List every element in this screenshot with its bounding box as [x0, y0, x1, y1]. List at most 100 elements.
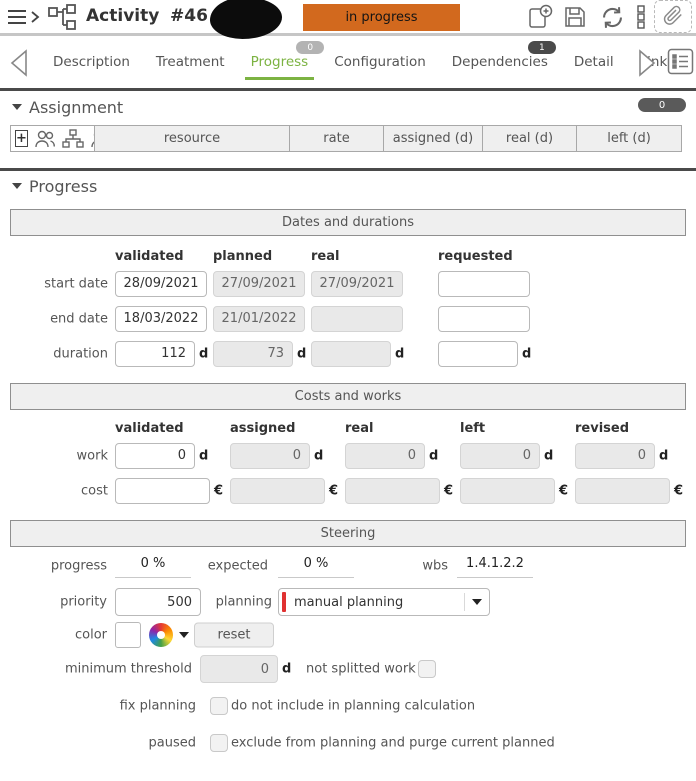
- start-date-requested-field[interactable]: [438, 271, 530, 297]
- planning-label: planning: [206, 595, 272, 610]
- work-row: work 0 d 0 d 0 d 0 d 0 d: [10, 438, 686, 473]
- tab-configuration[interactable]: Configuration: [334, 54, 426, 70]
- color-caret-icon[interactable]: [179, 632, 189, 638]
- paused-checkbox[interactable]: [210, 734, 228, 752]
- end-date-row: end date 18/03/2022 21/01/2022: [10, 301, 686, 336]
- color-swatch[interactable]: [115, 622, 141, 648]
- duration-validated-unit: d: [199, 346, 208, 361]
- col-requested: requested: [438, 249, 513, 264]
- toolbar: Activity #46 in progress: [0, 0, 696, 33]
- assignment-section: Assignment 0 +: [0, 91, 696, 152]
- col-real: real: [311, 249, 339, 264]
- checklist-icon[interactable]: [667, 48, 694, 79]
- column-header-left: left (d): [576, 125, 682, 152]
- col-revised: revised: [575, 421, 629, 436]
- cost-row: cost € € € € €: [10, 473, 686, 508]
- duration-validated-field[interactable]: 112: [115, 341, 195, 367]
- tab-progress-label: Progress: [251, 54, 309, 70]
- fix-planning-label: fix planning: [10, 698, 196, 713]
- progress-values-row: progress 0 % expected 0 % wbs 1.4.1.2.2: [10, 547, 686, 585]
- progress-value: 0 %: [115, 554, 191, 578]
- start-date-validated-field[interactable]: 28/09/2021: [115, 271, 207, 297]
- menu-icon[interactable]: [6, 7, 42, 31]
- cost-validated-field[interactable]: [115, 478, 210, 504]
- assignment-count-badge: 0: [638, 98, 686, 112]
- duration-label: duration: [10, 346, 108, 361]
- color-wheel-icon[interactable]: [149, 623, 173, 647]
- org-chart-icon[interactable]: [62, 129, 84, 149]
- tab-dependencies-badge: 1: [528, 41, 556, 54]
- color-label: color: [10, 628, 107, 643]
- paused-text: exclude from planning and purge current …: [231, 735, 555, 750]
- end-date-real-field: [311, 306, 403, 332]
- more-menu-icon[interactable]: [636, 5, 646, 33]
- fix-planning-row: fix planning do not include in planning …: [10, 687, 686, 724]
- duration-requested-unit: d: [522, 346, 531, 361]
- column-header-resource: resource: [94, 125, 290, 152]
- planning-dropdown[interactable]: manual planning: [278, 588, 490, 616]
- fix-planning-text: do not include in planning calculation: [231, 698, 475, 713]
- work-unit: d: [544, 448, 553, 463]
- assignment-title: Assignment: [29, 98, 123, 117]
- dates-durations-header: Dates and durations: [10, 209, 686, 236]
- status-button[interactable]: in progress: [303, 4, 460, 31]
- duration-row: duration 112 d 73 d d d: [10, 336, 686, 371]
- priority-field[interactable]: 500: [115, 588, 201, 616]
- start-date-label: start date: [10, 276, 108, 291]
- end-date-requested-field[interactable]: [438, 306, 530, 332]
- cost-unit: €: [674, 483, 683, 498]
- cost-left-field: [460, 478, 555, 504]
- work-left-field: 0: [460, 443, 540, 469]
- save-icon[interactable]: [563, 5, 587, 33]
- work-unit: d: [314, 448, 323, 463]
- page-title: Activity: [86, 6, 159, 26]
- collapse-triangle-icon: [12, 183, 22, 189]
- col-planned: planned: [213, 249, 272, 264]
- duration-requested-field[interactable]: [438, 341, 518, 367]
- planning-selected-value: manual planning: [286, 595, 464, 610]
- steering-header: Steering: [10, 520, 686, 547]
- expected-value: 0 %: [278, 554, 354, 578]
- chevron-down-icon[interactable]: [465, 599, 489, 605]
- tab-bar: Description Treatment Progress 0 Configu…: [0, 36, 696, 88]
- minimum-threshold-field: 0: [200, 655, 278, 683]
- tab-description[interactable]: Description: [53, 54, 130, 70]
- end-date-label: end date: [10, 311, 108, 326]
- assign-resource-icon[interactable]: [33, 129, 57, 149]
- tab-treatment[interactable]: Treatment: [156, 54, 225, 70]
- not-splitted-work-checkbox[interactable]: [418, 660, 436, 678]
- fix-planning-checkbox[interactable]: [210, 697, 228, 715]
- assignment-toolbar-cell: +: [10, 125, 95, 152]
- add-document-icon[interactable]: [527, 4, 553, 34]
- work-revised-field: 0: [575, 443, 655, 469]
- cost-unit: €: [329, 483, 338, 498]
- wbs-value: 1.4.1.2.2: [457, 554, 533, 578]
- work-validated-field[interactable]: 0: [115, 443, 195, 469]
- col-assigned: assigned: [230, 421, 295, 436]
- work-unit: d: [429, 448, 438, 463]
- tab-progress-badge: 0: [296, 41, 324, 54]
- progress-collapse-toggle[interactable]: Progress: [10, 171, 686, 201]
- col-validated: validated: [115, 249, 184, 264]
- minimum-threshold-unit: d: [282, 662, 291, 677]
- start-date-row: start date 28/09/2021 27/09/2021 27/09/2…: [10, 266, 686, 301]
- tab-progress[interactable]: Progress 0: [251, 54, 309, 70]
- expected-label: expected: [206, 559, 268, 574]
- refresh-icon[interactable]: [599, 4, 626, 35]
- duration-real-field: [311, 341, 391, 367]
- tab-detail[interactable]: Detail: [574, 54, 614, 70]
- assignment-collapse-toggle[interactable]: Assignment 0: [10, 91, 686, 123]
- scroll-tabs-right-icon[interactable]: [636, 48, 658, 82]
- scroll-tabs-left-icon[interactable]: [8, 48, 30, 82]
- attachment-button[interactable]: [654, 0, 692, 33]
- reset-color-button[interactable]: reset: [194, 623, 274, 648]
- tab-dependencies[interactable]: Dependencies 1: [452, 54, 548, 70]
- minimum-threshold-label: minimum threshold: [10, 662, 192, 677]
- work-unit: d: [659, 448, 668, 463]
- start-date-planned-field: 27/09/2021: [213, 271, 305, 297]
- cost-label: cost: [10, 483, 108, 498]
- record-id: #46: [170, 6, 208, 26]
- end-date-validated-field[interactable]: 18/03/2022: [115, 306, 207, 332]
- duration-planned-unit: d: [297, 346, 306, 361]
- add-assignment-icon[interactable]: +: [15, 130, 28, 147]
